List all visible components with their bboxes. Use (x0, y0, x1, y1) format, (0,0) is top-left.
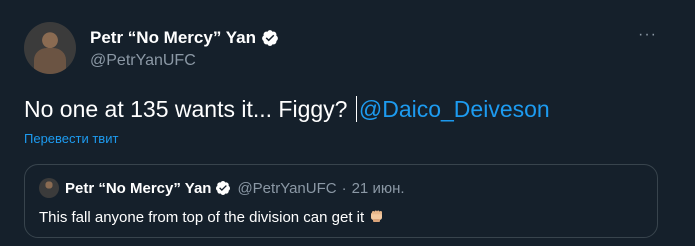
tweet-header: Petr “No Mercy” Yan @PetrYanUFC (24, 22, 279, 74)
quoted-tweet-text: This fall anyone from top of the divisio… (39, 207, 386, 226)
author-handle[interactable]: @PetrYanUFC (90, 52, 279, 70)
author-info: Petr “No Mercy” Yan @PetrYanUFC (90, 28, 279, 70)
text-cursor (355, 96, 357, 122)
quoted-tweet[interactable]: Petr “No Mercy” Yan @PetrYanUFC · 21 июн… (24, 164, 658, 238)
quoted-text-content: This fall anyone from top of the divisio… (39, 209, 365, 226)
display-name-row: Petr “No Mercy” Yan (90, 28, 279, 48)
quoted-avatar[interactable] (39, 178, 59, 198)
separator-dot: · (341, 179, 347, 197)
mention-link[interactable]: @Daico_Deiveson (359, 96, 550, 122)
more-options-icon[interactable]: ··· (638, 27, 657, 43)
avatar[interactable] (24, 22, 76, 74)
quoted-display-name[interactable]: Petr “No Mercy” Yan (65, 180, 211, 197)
quoted-tweet-header: Petr “No Mercy” Yan @PetrYanUFC · 21 июн… (39, 178, 405, 198)
author-display-name[interactable]: Petr “No Mercy” Yan (90, 28, 256, 48)
fist-bump-emoji-icon (371, 210, 383, 222)
verified-badge-icon (262, 30, 278, 46)
verified-badge-icon (216, 181, 231, 195)
tweet-card: Petr “No Mercy” Yan @PetrYanUFC ··· No o… (0, 0, 695, 246)
tweet-text: No one at 135 wants it... Figgy? @Daico_… (24, 96, 550, 123)
tweet-text-main: No one at 135 wants it... Figgy? (24, 96, 354, 122)
quoted-handle[interactable]: @PetrYanUFC (237, 180, 336, 197)
quoted-date[interactable]: 21 июн. (352, 180, 405, 197)
translate-tweet-link[interactable]: Перевести твит (24, 131, 118, 146)
